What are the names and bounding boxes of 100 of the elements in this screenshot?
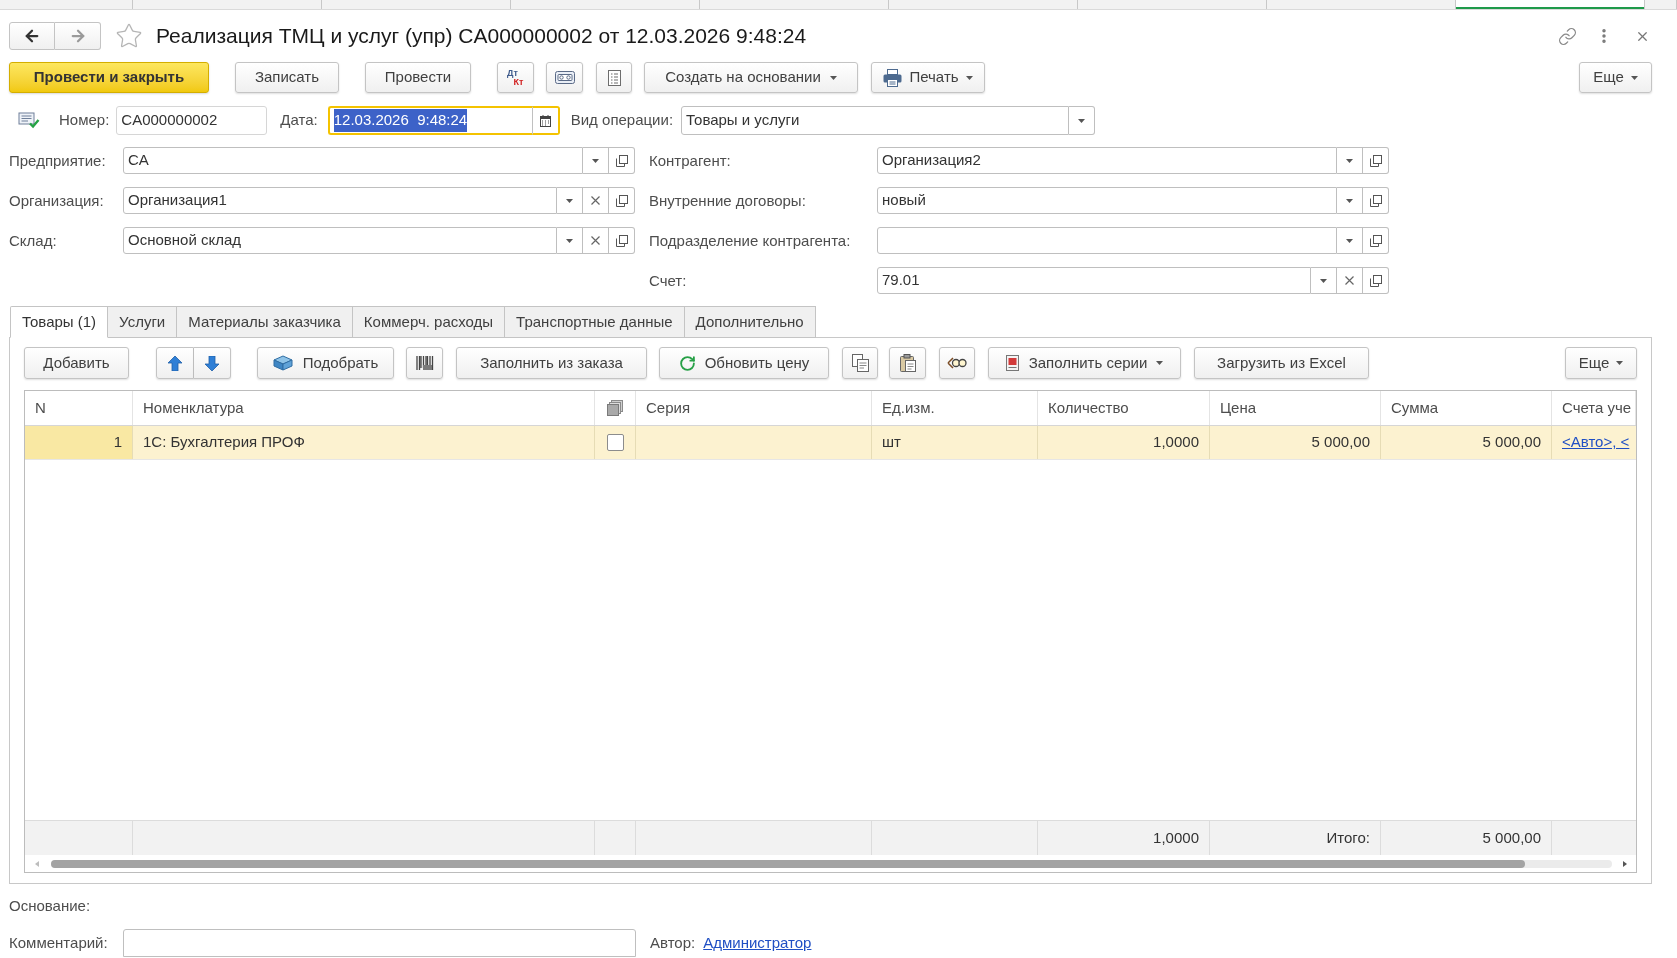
caret-icon [1346, 158, 1353, 163]
overlap-squares-icon [1369, 274, 1382, 287]
move-down-button[interactable] [194, 347, 231, 379]
barcode-button[interactable] [406, 347, 443, 379]
save-button[interactable]: Записать [235, 62, 339, 93]
fill-series-button[interactable]: Заполнить серии [988, 347, 1181, 379]
open-button[interactable] [1363, 267, 1389, 294]
open-button[interactable] [609, 187, 635, 214]
dropdown-button[interactable] [557, 187, 583, 214]
list-button[interactable] [596, 62, 632, 93]
arrow-down-icon [205, 355, 219, 371]
column-header[interactable]: Цена [1220, 396, 1257, 420]
calendar-button[interactable] [531, 106, 560, 135]
printer-icon [883, 68, 903, 87]
overlap-squares-icon [615, 154, 628, 167]
input-field[interactable] [877, 227, 1337, 254]
caret-icon [829, 75, 837, 80]
cassette-button[interactable] [546, 62, 583, 93]
field-label: Внутренние договоры: [649, 191, 806, 209]
link-icon[interactable] [1558, 26, 1577, 46]
scroll-left-icon[interactable] [35, 860, 39, 867]
post-and-close-button[interactable]: Провести и закрыть [9, 62, 209, 93]
arrow-up-icon [168, 355, 182, 371]
create-based-on-button[interactable]: Создать на основании [644, 62, 858, 93]
number-field[interactable]: CA000000002 [116, 106, 268, 135]
field-label: Номер: [59, 110, 110, 131]
open-button[interactable] [1363, 227, 1389, 254]
tab[interactable]: Материалы заказчика [177, 306, 353, 338]
load-from-excel-button[interactable]: Загрузить из Excel [1194, 347, 1369, 379]
print-button[interactable]: Печать [871, 62, 985, 93]
accounts-link[interactable]: <Авто>, < [1562, 431, 1630, 454]
star-icon[interactable] [115, 22, 143, 50]
table-row[interactable]: 1 1С: Бухгалтерия ПРОФ шт 1,0000 5 000,00 5 000,00 <Авто>, < [25, 426, 1636, 460]
move-up-button[interactable] [156, 347, 194, 379]
copy-button[interactable] [842, 347, 878, 379]
caret-icon [1320, 278, 1327, 283]
author-link[interactable]: Администратор [703, 931, 812, 955]
checkbox[interactable] [606, 434, 624, 451]
tab[interactable]: Товары (1) [10, 306, 109, 338]
table-footer-cell-text: Итого: [1326, 827, 1370, 848]
field-label: Контрагент: [649, 151, 731, 169]
back-button[interactable] [9, 22, 55, 50]
overlap-squares-icon [1369, 194, 1382, 207]
more-button[interactable]: Еще [1579, 62, 1652, 93]
overlap-squares-icon [615, 194, 628, 207]
input-field[interactable]: 79.01 [877, 267, 1311, 294]
tab[interactable]: Транспортные данные [505, 306, 685, 338]
column-header[interactable]: Количество [1048, 396, 1129, 420]
field-label: Комментарий: [9, 934, 108, 951]
more-button[interactable]: Еще [1565, 347, 1637, 379]
pick-button[interactable]: Подобрать [257, 347, 394, 379]
comment-field[interactable] [123, 929, 636, 957]
open-button[interactable] [609, 147, 635, 174]
column-header[interactable]: Сумма [1391, 396, 1439, 420]
date-field[interactable]: 12.03.2026 9:48:24 [327, 106, 532, 135]
window-tab[interactable] [1456, 0, 1645, 9]
column-header[interactable]: Счета уче [1562, 396, 1632, 420]
input-field[interactable]: CA [123, 147, 583, 174]
tab[interactable]: Коммерч. расходы [352, 306, 506, 338]
input-field[interactable]: Организация2 [877, 147, 1337, 174]
cassette-icon [554, 71, 575, 84]
box-icon [272, 355, 293, 371]
column-header[interactable]: Серия [646, 396, 691, 420]
table-cell-text: 5 000,00 [1482, 432, 1541, 453]
stacked-sheets-icon [607, 400, 623, 416]
debit-credit-button[interactable]: Дт Кт [497, 62, 534, 93]
document-check-icon [18, 112, 40, 129]
column-header[interactable]: N [35, 396, 46, 420]
table-footer-cell-text: 5 000,00 [1482, 827, 1541, 848]
dropdown-button[interactable] [557, 227, 583, 254]
add-button[interactable]: Добавить [24, 347, 129, 379]
post-button[interactable]: Провести [365, 62, 471, 93]
update-price-button[interactable]: Обновить цену [659, 347, 829, 379]
paste-button[interactable] [889, 347, 926, 379]
clear-icon [591, 196, 600, 205]
find-button[interactable] [939, 347, 975, 379]
field-label: Склад: [9, 231, 57, 249]
scrollbar-thumb[interactable] [51, 859, 1525, 868]
caret-icon [1078, 118, 1086, 123]
input-field[interactable]: Товары и услуги [681, 106, 1070, 135]
column-header[interactable]: Номенклатура [143, 396, 244, 420]
open-button[interactable] [1363, 147, 1389, 174]
tab[interactable]: Дополнительно [684, 306, 816, 338]
column-header[interactable]: Ед.изм. [882, 396, 935, 420]
table-cell-text: 1,0000 [1153, 432, 1199, 453]
scroll-right-icon[interactable] [1623, 860, 1627, 867]
field-label: Дата: [280, 110, 318, 131]
fill-from-order-button[interactable]: Заполнить из заказа [456, 347, 647, 379]
input-field[interactable]: новый [877, 187, 1337, 214]
dropdown-button[interactable] [1311, 267, 1337, 294]
table-footer-cell-text: 1,0000 [1153, 827, 1199, 848]
input-field[interactable]: Организация1 [123, 187, 557, 214]
open-button[interactable] [1363, 187, 1389, 214]
open-button[interactable] [609, 227, 635, 254]
input-field[interactable]: Основной склад [123, 227, 557, 254]
field-label: Автор: [650, 932, 696, 953]
tab[interactable]: Услуги [108, 306, 178, 338]
dropdown-button[interactable] [1069, 106, 1096, 135]
barcode-icon [415, 355, 434, 371]
glasses-icon [947, 356, 967, 370]
